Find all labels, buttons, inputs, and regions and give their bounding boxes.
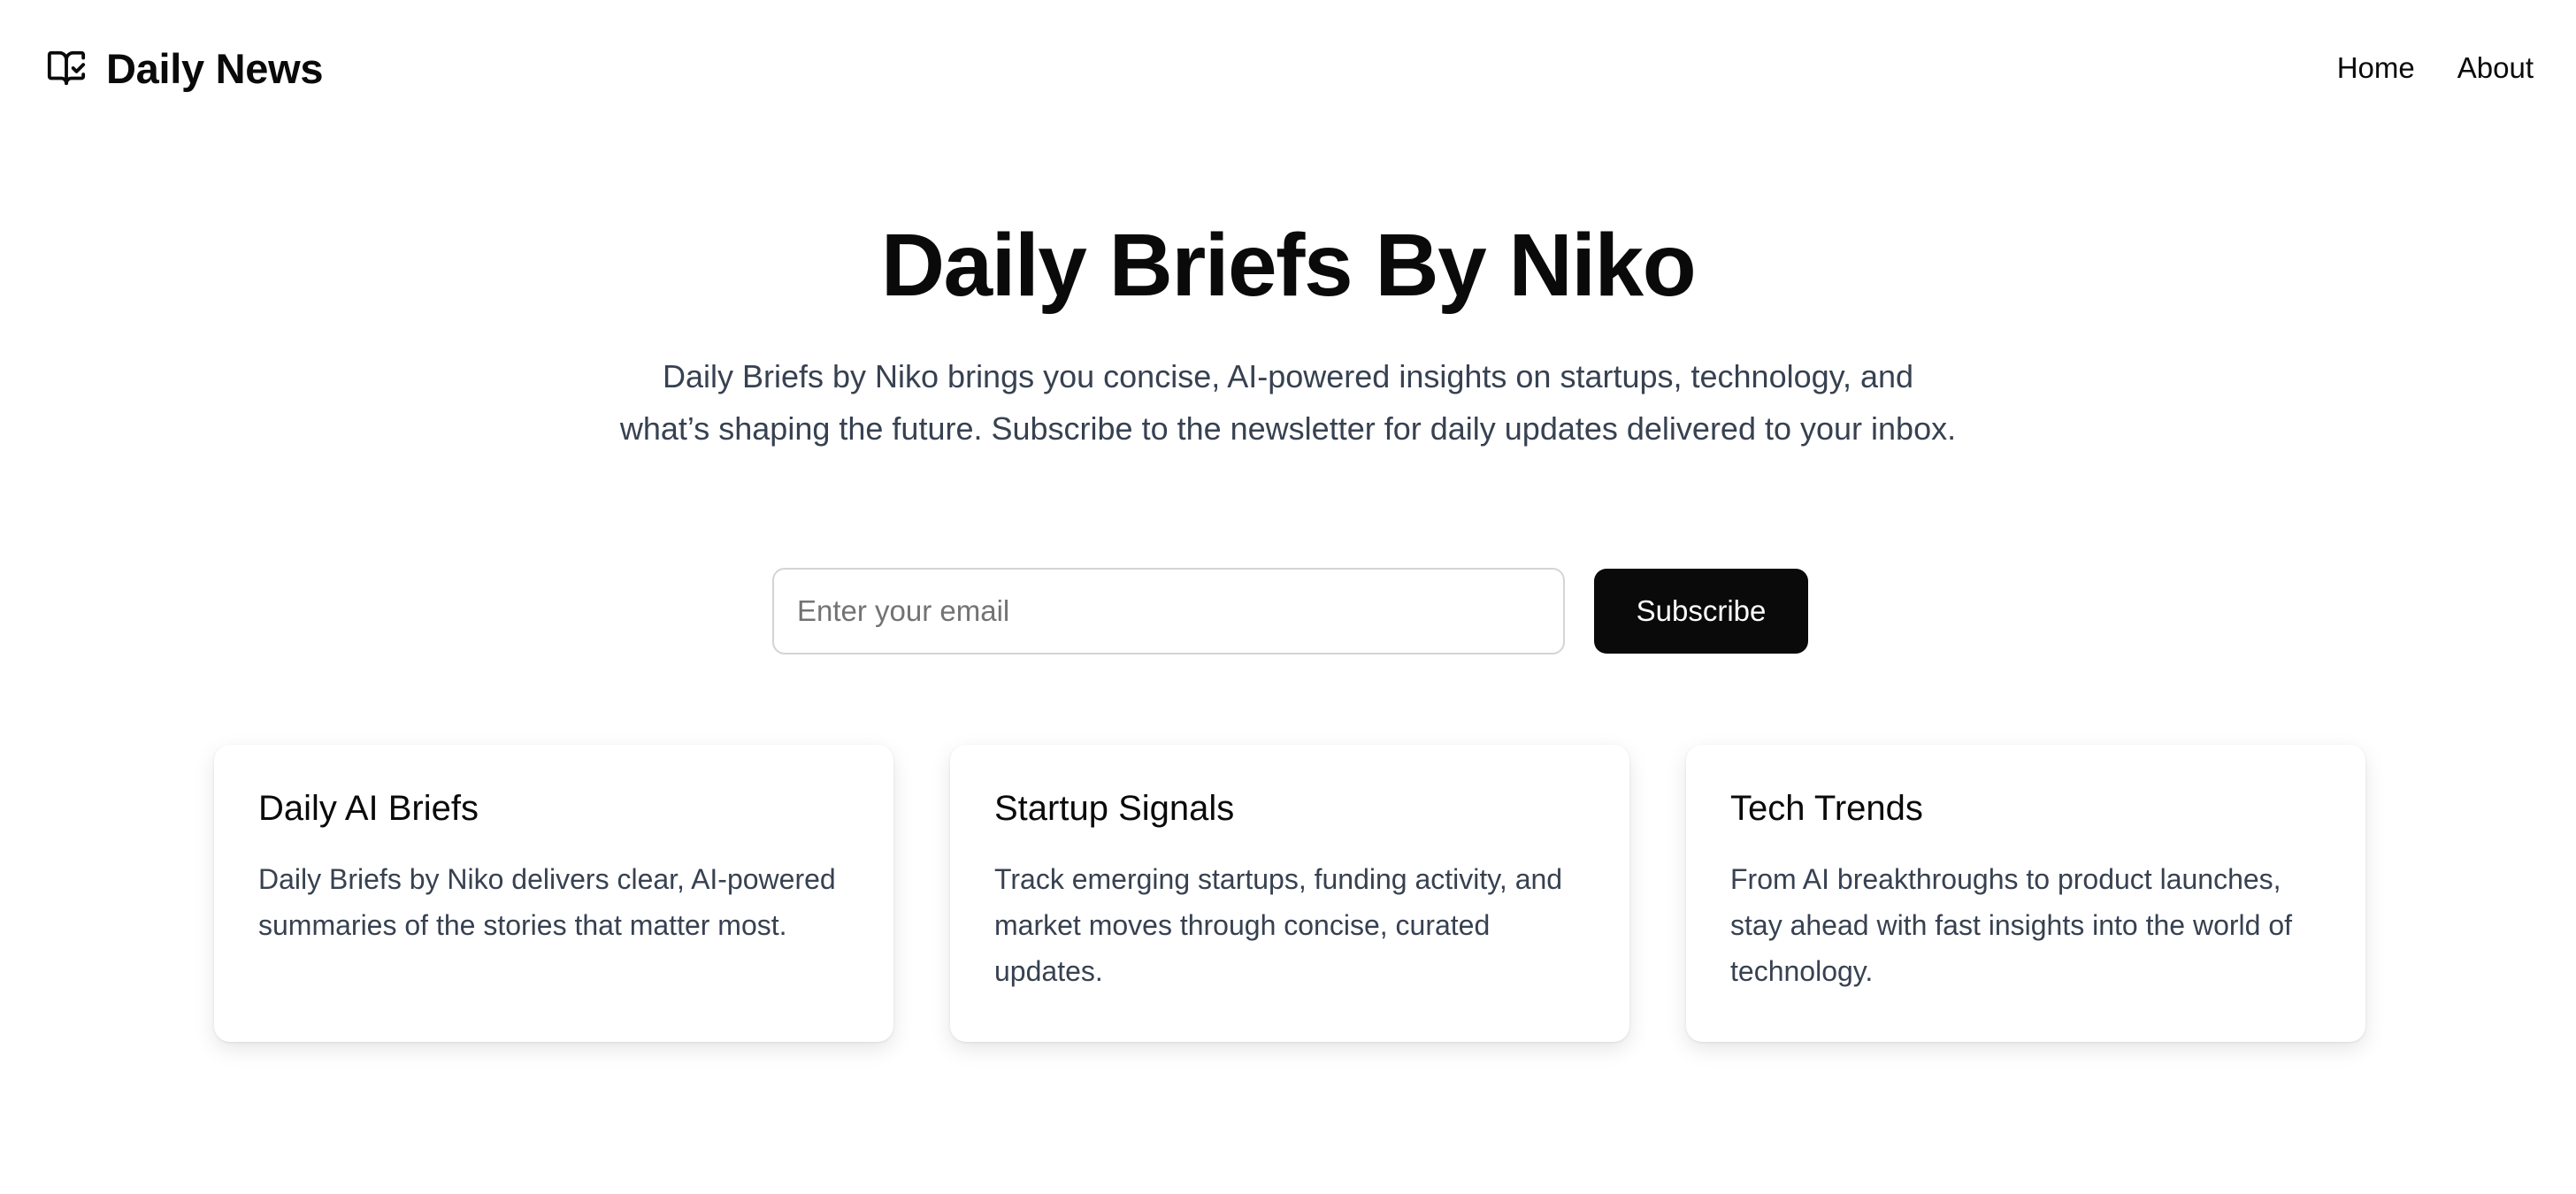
hero-title: Daily Briefs By Niko xyxy=(880,216,1697,315)
brand-name: Daily News xyxy=(106,44,324,92)
subscribe-button[interactable]: Subscribe xyxy=(1594,569,1808,654)
nav-home-link[interactable]: Home xyxy=(2337,51,2415,85)
main-nav: Home About xyxy=(2337,51,2534,85)
card-title: Startup Signals xyxy=(994,789,1235,828)
brand-link[interactable]: Daily News xyxy=(46,44,323,93)
card-text: Track emerging startups, funding activit… xyxy=(994,863,1563,987)
feature-card-tech-trends: Tech Trends From AI breakthroughs to pro… xyxy=(1686,745,2365,1042)
card-text: Daily Briefs by Niko delivers clear, AI-… xyxy=(258,863,836,941)
hero-description-line-1: Daily Briefs by Niko brings you concise,… xyxy=(662,358,1914,394)
hero-description: Daily Briefs by Niko brings you concise,… xyxy=(580,350,1996,455)
card-title: Daily AI Briefs xyxy=(258,789,479,828)
book-open-check-icon xyxy=(46,48,87,88)
card-title: Tech Trends xyxy=(1730,789,1923,828)
nav-about-link[interactable]: About xyxy=(2457,51,2534,85)
page: Daily News Home About Daily Briefs By Ni… xyxy=(0,0,2576,1194)
hero-description-line-2: what’s shaping the future. Subscribe to … xyxy=(619,410,1957,447)
feature-card-startup-signals: Startup Signals Track emerging startups,… xyxy=(950,745,1629,1042)
site-header: Daily News Home About xyxy=(0,0,2576,136)
email-input[interactable] xyxy=(772,568,1565,654)
feature-card-daily-ai-briefs: Daily AI Briefs Daily Briefs by Niko del… xyxy=(214,745,893,1042)
card-text: From AI breakthroughs to product launche… xyxy=(1730,863,2293,987)
